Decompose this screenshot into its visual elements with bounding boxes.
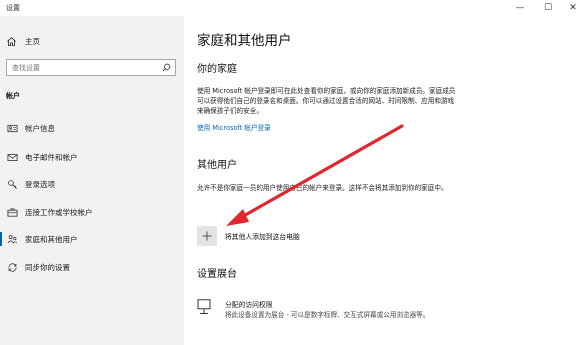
sidebar-section-accounts: 帐户 [6,92,20,100]
sidebar: 主页 帐户 帐户信息 电子邮件和帐户 登录选项 连接工作或学校帐户 [0,16,184,345]
title-bar: 设置 — ☐ ✕ [0,0,584,16]
sidebar-item-label: 电子邮件和帐户 [25,152,78,162]
sidebar-item-label: 登录选项 [25,179,55,189]
mail-icon [6,151,18,163]
home-label: 主页 [25,36,40,46]
search-box[interactable] [6,59,176,76]
main-content: 家庭和其他用户 你的家庭 使用 Microsoft 帐户登录即可在此处查看你的家… [184,16,584,345]
sidebar-item-email-accounts[interactable]: 电子邮件和帐户 [0,146,184,168]
other-users-heading: 其他用户 [197,160,237,171]
family-description: 使用 Microsoft 帐户登录即可在此处查看你的家庭，或向你的家庭添加新成员… [197,87,456,115]
microsoft-signin-link[interactable]: 使用 Microsoft 帐户登录 [197,122,271,132]
assigned-access-title: 分配的访问权限 [225,301,273,309]
plus-icon [197,226,217,246]
maximize-button[interactable]: ☐ [535,0,561,16]
other-users-description: 允许不是你家庭一员的用户使用自己的帐户来登录。这样不会将其添加到你的家庭中。 [197,184,448,192]
key-icon [6,178,18,190]
assigned-access-item[interactable]: 分配的访问权限 将此设备设置为展台 - 可以是数字标牌、交互式屏幕或公用浏览器等… [197,299,467,339]
sidebar-item-label: 同步你的设置 [25,262,70,272]
sidebar-item-label: 帐户信息 [25,123,55,133]
active-indicator [0,232,2,246]
sidebar-home[interactable]: 主页 [6,34,40,48]
sidebar-item-family-users[interactable]: 家庭和其他用户 [0,228,184,250]
sidebar-item-work-school[interactable]: 连接工作或学校帐户 [0,201,184,223]
kiosk-heading: 设置展台 [197,269,237,280]
sync-icon [6,261,18,273]
add-other-user-button[interactable]: 将其他人添加到这台电脑 [197,226,300,246]
app-title: 设置 [6,4,20,12]
page-title: 家庭和其他用户 [197,33,292,49]
sidebar-item-label: 连接工作或学校帐户 [25,207,93,217]
family-icon [6,233,18,245]
person-card-icon [6,122,18,134]
add-other-user-label: 将其他人添加到这台电脑 [225,233,300,241]
search-icon[interactable] [162,63,171,72]
family-heading: 你的家庭 [197,64,237,75]
sidebar-item-sign-in-options[interactable]: 登录选项 [0,173,184,195]
minimize-button[interactable]: — [507,0,533,16]
sidebar-item-account-info[interactable]: 帐户信息 [0,117,184,139]
home-icon [7,36,16,46]
sidebar-item-sync-settings[interactable]: 同步你的设置 [0,256,184,278]
briefcase-icon [6,206,18,218]
close-button[interactable]: ✕ [560,0,584,16]
sidebar-item-label: 家庭和其他用户 [25,234,78,244]
kiosk-icon [197,299,211,314]
search-input[interactable] [7,60,157,75]
assigned-access-description: 将此设备设置为展台 - 可以是数字标牌、交互式屏幕或公用浏览器等。 [225,311,430,319]
